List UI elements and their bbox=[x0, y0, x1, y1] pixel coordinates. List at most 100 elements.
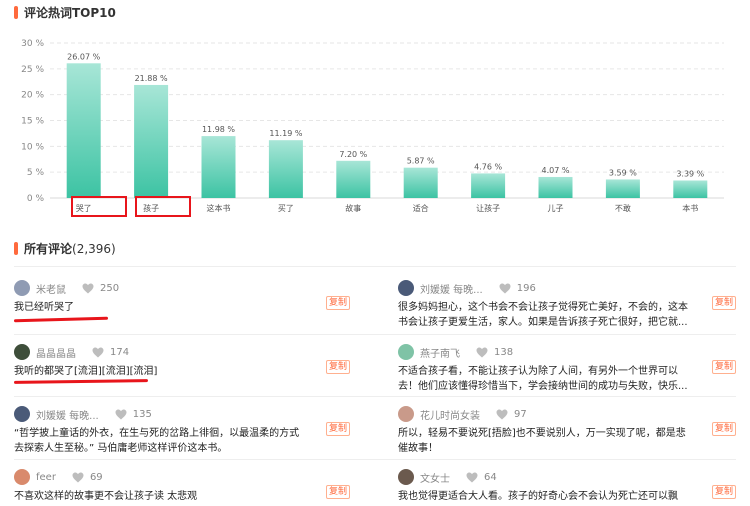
bar-1[interactable] bbox=[66, 63, 101, 199]
bar-value-label: 7.20 % bbox=[339, 150, 367, 159]
y-tick-label: 25 % bbox=[21, 65, 44, 75]
comment-text: 不适合孩子看，不能让孩子认为除了人间，有另外一个世界可以去！他们应该懂得珍惜当下… bbox=[398, 366, 688, 392]
like-heart-icon[interactable] bbox=[82, 283, 94, 294]
comment-text: 很多妈妈担心，这个书会不会让孩子觉得死亡美好，不会的，这本书会让孩子更爱生活，家… bbox=[398, 302, 688, 328]
row-divider bbox=[14, 334, 736, 335]
y-tick-label: 30 % bbox=[21, 39, 44, 49]
bar-4[interactable] bbox=[268, 140, 303, 198]
bar-value-label: 4.76 % bbox=[474, 162, 502, 171]
copy-button[interactable]: 复制 bbox=[325, 485, 350, 499]
comment-item: 燕子南飞 138 不适合孩子看，不能让孩子认为除了人间，有另外一个世界可以去！他们应… bbox=[398, 342, 736, 394]
like-heart-icon[interactable] bbox=[72, 472, 84, 483]
comment-username[interactable]: 米老鼠 bbox=[36, 281, 66, 296]
like-heart-icon[interactable] bbox=[496, 409, 508, 420]
y-tick-label: 20 % bbox=[21, 91, 44, 101]
bar-value-label: 3.39 % bbox=[676, 169, 704, 178]
comment-text: 我听的都哭了[流泪][流泪][流泪] bbox=[14, 366, 158, 377]
copy-button[interactable]: 复制 bbox=[325, 422, 350, 436]
bar-value-label: 21.88 % bbox=[135, 74, 168, 83]
user-avatar[interactable] bbox=[398, 469, 414, 485]
copy-button[interactable]: 复制 bbox=[711, 296, 736, 310]
hotword-bar-chart: 0 %5 %10 %15 %20 %25 %30 % 26.07 %哭了21.8… bbox=[21, 39, 724, 213]
like-count: 138 bbox=[494, 346, 514, 358]
like-count: 135 bbox=[132, 408, 152, 420]
x-tick-label: 这本书 bbox=[207, 203, 231, 213]
comments-section-title: 所有评论 (2,396) bbox=[14, 240, 116, 257]
like-count: 250 bbox=[100, 282, 120, 294]
bar-value-label: 11.98 % bbox=[202, 125, 235, 134]
title-accent-bar bbox=[14, 242, 18, 255]
bar-value-label: 26.07 % bbox=[67, 52, 100, 61]
copy-button[interactable]: 复制 bbox=[711, 360, 736, 374]
bar-9[interactable] bbox=[605, 179, 640, 198]
comment-text: 我也觉得更适合大人看。孩子的好奇心会不会认为死亡还可以飘 bbox=[398, 491, 678, 502]
copy-button[interactable]: 复制 bbox=[711, 422, 736, 436]
comments-title: 所有评论 bbox=[24, 242, 73, 256]
bar-7[interactable] bbox=[471, 173, 506, 198]
chart-section-title: 评论热词TOP10 bbox=[14, 4, 116, 21]
comment-text: 所以，轻易不要说死[捂脸]也不要说别人，万一实现了呢，都是悲催故事！ bbox=[398, 428, 686, 454]
bar-6[interactable] bbox=[403, 167, 438, 198]
user-avatar[interactable] bbox=[14, 280, 30, 296]
comment-text: 不喜欢这样的故事更不会让孩子读 太悲观 bbox=[14, 491, 198, 502]
x-tick-label: 儿子 bbox=[548, 204, 564, 213]
bar-value-label: 11.19 % bbox=[269, 129, 302, 138]
x-tick-label: 让孩子 bbox=[476, 203, 500, 213]
y-tick-label: 5 % bbox=[27, 168, 45, 178]
like-count: 174 bbox=[110, 346, 130, 358]
x-tick-label: 适合 bbox=[413, 203, 429, 213]
copy-button[interactable]: 复制 bbox=[325, 296, 350, 310]
like-heart-icon[interactable] bbox=[466, 472, 478, 483]
bar-3[interactable] bbox=[201, 136, 236, 198]
comment-item: 晶晶晶晶 174 我听的都哭了[流泪][流泪][流泪] 复制 bbox=[14, 342, 350, 379]
bar-value-label: 5.87 % bbox=[407, 157, 435, 166]
like-heart-icon[interactable] bbox=[476, 347, 488, 358]
like-heart-icon[interactable] bbox=[499, 283, 511, 294]
like-count: 97 bbox=[514, 408, 527, 420]
chart-section-title-text: 评论热词TOP10 bbox=[24, 6, 116, 20]
bar-value-label: 3.59 % bbox=[609, 168, 637, 177]
comment-username[interactable]: 文女士 bbox=[420, 470, 450, 485]
like-heart-icon[interactable] bbox=[115, 409, 127, 420]
x-tick-label: 本书 bbox=[682, 203, 698, 213]
comment-username[interactable]: 刘媛媛 每晚... bbox=[36, 407, 99, 422]
user-avatar[interactable] bbox=[398, 344, 414, 360]
comment-username[interactable]: 燕子南飞 bbox=[420, 345, 460, 360]
bar-8[interactable] bbox=[538, 176, 573, 198]
y-tick-label: 0 % bbox=[27, 194, 45, 204]
row-divider bbox=[14, 459, 736, 460]
annotation-box-1 bbox=[71, 196, 127, 217]
title-accent-bar bbox=[14, 6, 18, 19]
row-divider bbox=[14, 396, 736, 397]
copy-button[interactable]: 复制 bbox=[325, 360, 350, 374]
x-tick-label: 买了 bbox=[278, 204, 294, 213]
user-avatar[interactable] bbox=[14, 406, 30, 422]
comment-username[interactable]: 花儿时尚女装 bbox=[420, 407, 480, 422]
row-divider bbox=[14, 266, 736, 267]
comment-username[interactable]: 刘媛媛 每晚... bbox=[420, 281, 483, 296]
like-count: 69 bbox=[89, 471, 103, 483]
annotation-underline-1 bbox=[13, 316, 109, 323]
copy-button[interactable]: 复制 bbox=[711, 485, 736, 499]
comment-item: 刘媛媛 每晚... 135 “哲学披上童话的外衣，在生与死的岔路上徘徊，以最温柔的方… bbox=[14, 404, 350, 456]
y-tick-label: 15 % bbox=[21, 117, 44, 127]
comment-item: feer 69 不喜欢这样的故事更不会让孩子读 太悲观 复制 bbox=[14, 467, 350, 504]
user-avatar[interactable] bbox=[398, 406, 414, 422]
user-avatar[interactable] bbox=[14, 344, 30, 360]
comment-item: 花儿时尚女装 97 所以，轻易不要说死[捂脸]也不要说别人，万一实现了呢，都是悲催故… bbox=[398, 404, 736, 456]
like-count: 196 bbox=[516, 282, 536, 294]
user-avatar[interactable] bbox=[398, 280, 414, 296]
bar-value-label: 4.07 % bbox=[542, 166, 570, 175]
user-avatar[interactable] bbox=[14, 469, 30, 485]
bar-2[interactable] bbox=[134, 84, 169, 198]
x-tick-label: 不敢 bbox=[615, 203, 631, 213]
annotation-box-2 bbox=[135, 196, 191, 217]
bar-10[interactable] bbox=[673, 180, 708, 198]
like-heart-icon[interactable] bbox=[92, 347, 104, 358]
comment-username[interactable]: 晶晶晶晶 bbox=[36, 345, 76, 360]
comments-count: (2,396) bbox=[72, 241, 116, 256]
comment-username[interactable]: feer bbox=[36, 472, 56, 483]
like-count: 64 bbox=[484, 471, 497, 483]
comment-text: “哲学披上童话的外衣，在生与死的岔路上徘徊，以最温柔的方式去探索人生至秘。” 马… bbox=[14, 428, 300, 454]
bar-5[interactable] bbox=[336, 160, 371, 198]
